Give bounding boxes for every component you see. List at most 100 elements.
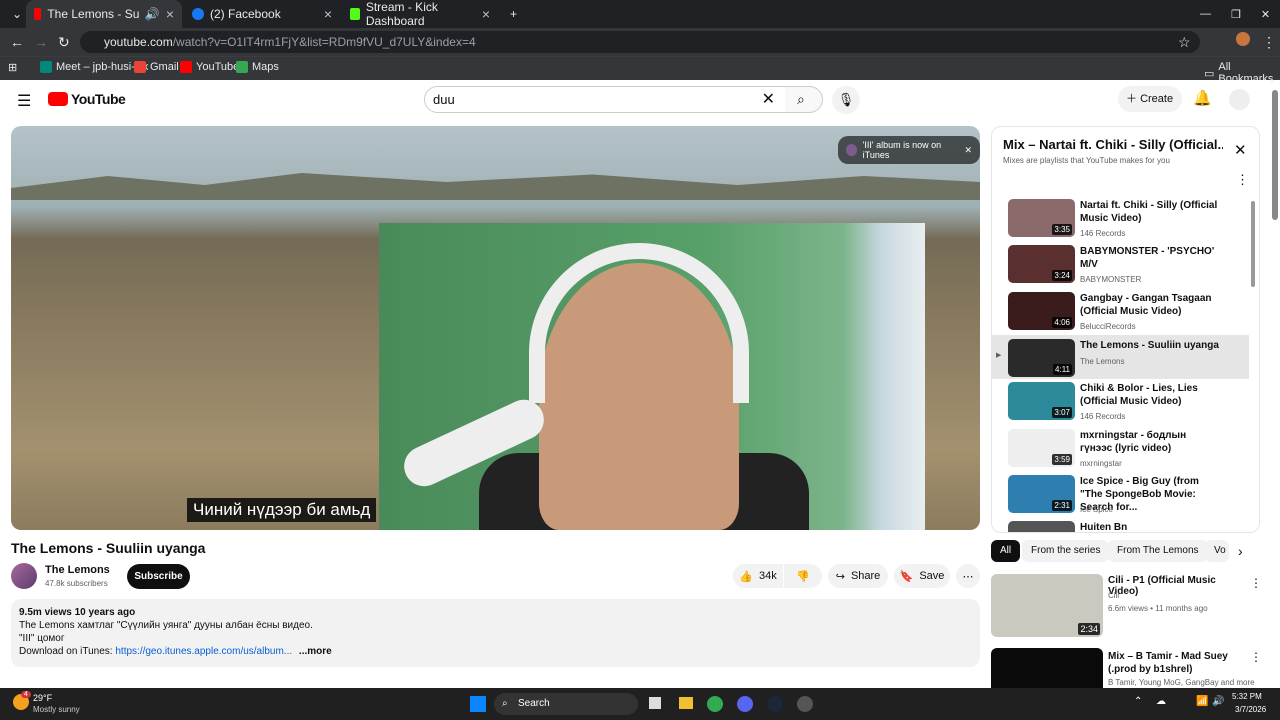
youtube-logo-icon[interactable]	[48, 92, 68, 106]
tray-chevron-icon[interactable]: ⌃	[1134, 696, 1142, 707]
search-input[interactable]: duu ✕	[424, 86, 786, 113]
channel-name[interactable]: The Lemons	[45, 564, 110, 576]
channel-avatar[interactable]	[11, 563, 37, 589]
tab-title: The Lemons - Suuliin uyang	[47, 7, 139, 21]
minimize-icon[interactable]: —	[1200, 8, 1211, 20]
show-more-link[interactable]: ...more	[299, 646, 332, 657]
playlist-item[interactable]: 3:07 Chiki & Bolor - Lies, Lies (Official…	[1008, 382, 1248, 424]
video-player[interactable]: Чиний нүдээр би амьд 'III' album is now …	[11, 126, 980, 530]
volume-icon[interactable]: 🔊	[1212, 696, 1224, 707]
hamburger-menu-icon[interactable]: ☰	[17, 91, 31, 111]
maps-icon	[236, 61, 248, 73]
close-tab-icon[interactable]: ×	[166, 6, 174, 22]
chevron-right-icon[interactable]: ›	[1238, 543, 1243, 559]
speaker-icon[interactable]: 🔊	[145, 7, 160, 21]
tray-cloud-icon[interactable]: ☁	[1156, 696, 1166, 707]
more-actions-button[interactable]: ⋯	[956, 564, 980, 588]
bookmark-maps[interactable]: Maps	[236, 61, 279, 73]
tab-facebook[interactable]: (2) Facebook ×	[184, 0, 340, 28]
related-thumbnail[interactable]	[991, 648, 1103, 688]
playlist-item[interactable]: 2:31 Ice Spice - Big Guy (from "The Spong…	[1008, 475, 1248, 517]
save-button[interactable]: 🔖 Save	[894, 564, 950, 588]
itunes-banner[interactable]: 'III' album is now on iTunes ✕	[838, 136, 980, 164]
new-tab-button[interactable]: +	[502, 0, 525, 28]
forward-icon[interactable]: →	[34, 34, 48, 50]
discord-icon[interactable]	[737, 696, 753, 712]
itunes-link[interactable]: https://geo.itunes.apple.com/us/album...	[115, 646, 292, 657]
playlist-item[interactable]: 4:06 Gangbay - Gangan Tsagaan (Official M…	[1008, 292, 1248, 334]
view-count: 9.5m views 10 years ago	[19, 607, 136, 618]
related-menu-icon[interactable]: ⋮	[1250, 576, 1262, 590]
description-line: "III" цомог	[19, 633, 65, 644]
menu-kebab-icon[interactable]: ⋮	[1262, 34, 1276, 51]
bookmark-gmail[interactable]: Gmail	[134, 61, 179, 73]
item-title: Nartai ft. Chiki - Silly (Official Music…	[1080, 200, 1218, 224]
account-avatar[interactable]	[1229, 89, 1250, 110]
bookmark-youtube[interactable]: YouTube	[180, 61, 239, 73]
thumbnail: 3:35	[1008, 199, 1075, 237]
windows-start-icon[interactable]	[470, 696, 486, 712]
related-channel[interactable]: Cili	[1108, 591, 1119, 600]
bookmark-star-icon[interactable]: ☆	[1178, 34, 1191, 51]
wifi-icon[interactable]: 📶	[1196, 696, 1208, 707]
reload-icon[interactable]: ↻	[58, 34, 70, 51]
playlist-item[interactable]: 3:59 mxrningstar - бодлын гүнээс (lyric v…	[1008, 429, 1248, 471]
youtube-favicon-icon	[34, 8, 42, 20]
related-channel[interactable]: B Tamir, Young MoG, GangBay and more	[1108, 678, 1255, 687]
close-playlist-icon[interactable]: ✕	[1234, 141, 1247, 159]
related-title[interactable]: Mix – B Tamir - Mad Suey (.prod by b1shr…	[1108, 650, 1248, 676]
page-scrollbar[interactable]	[1272, 90, 1278, 220]
tab-youtube[interactable]: The Lemons - Suuliin uyang 🔊 ×	[26, 0, 182, 28]
tab-kick[interactable]: Stream - Kick Dashboard ×	[342, 0, 498, 28]
gmail-icon	[134, 61, 146, 73]
playlist-item[interactable]: 3:35 Nartai ft. Chiki - Silly (Official M…	[1008, 199, 1248, 241]
related-title[interactable]: Cili - P1 (Official Music Video)	[1108, 575, 1248, 597]
voice-search-icon[interactable]: 🎙	[832, 86, 860, 114]
chip-from-lemons[interactable]: From The Lemons	[1108, 540, 1208, 562]
clock-time[interactable]: 5:32 PM	[1232, 692, 1262, 701]
description-box[interactable]: 9.5m views 10 years ago The Lemons хамтл…	[11, 599, 980, 667]
file-explorer-icon[interactable]	[679, 697, 693, 709]
chip-all[interactable]: All	[991, 540, 1021, 562]
dislike-button[interactable]: 👎	[784, 564, 822, 588]
close-tab-icon[interactable]: ×	[482, 6, 490, 22]
back-icon[interactable]: ←	[10, 34, 24, 50]
playlist-item[interactable]: 3:24 BABYMONSTER - 'PSYCHO' M/V BABYMONSTE…	[1008, 245, 1248, 287]
steam-icon[interactable]	[767, 696, 783, 712]
share-button[interactable]: ↪ Share	[828, 564, 888, 588]
close-banner-icon[interactable]: ✕	[964, 145, 972, 156]
bookmark-label: Gmail	[150, 61, 179, 73]
related-thumbnail[interactable]: 2:34	[991, 574, 1103, 637]
chip-from-series[interactable]: From the series	[1022, 540, 1110, 562]
subscribe-button[interactable]: Subscribe	[127, 564, 190, 589]
thumbnail	[1008, 521, 1075, 532]
close-window-icon[interactable]: ✕	[1261, 8, 1270, 21]
related-menu-icon[interactable]: ⋮	[1250, 650, 1262, 664]
youtube-logo-text[interactable]: YouTube	[71, 91, 126, 107]
like-button[interactable]: 👍 34k	[733, 564, 783, 588]
playlist-title[interactable]: Mix – Nartai ft. Chiki - Silly (Official…	[1003, 137, 1223, 152]
tab-search-button[interactable]: ⌄	[4, 0, 24, 28]
clear-search-icon[interactable]: ✕	[762, 87, 775, 113]
notifications-bell-icon[interactable]: 🔔	[1193, 89, 1212, 107]
obs-icon[interactable]	[797, 696, 813, 712]
maximize-icon[interactable]: ❐	[1231, 8, 1241, 21]
task-view-icon[interactable]	[649, 697, 661, 709]
taskbar-search[interactable]: ⌕ Search	[494, 693, 638, 715]
chrome-icon[interactable]	[707, 696, 723, 712]
playlist-menu-icon[interactable]: ⋮	[1236, 172, 1249, 188]
thumbs-down-icon: 👎	[796, 570, 810, 583]
apps-grid-icon[interactable]: ⊞	[8, 61, 17, 74]
url-field[interactable]: youtube.com/watch?v=O1IT4rm1FjY&list=RDm…	[80, 31, 1200, 53]
create-button[interactable]: ＋ Create	[1118, 86, 1182, 112]
playlist-item[interactable]: Huiten Bn	[1008, 521, 1248, 532]
playlist-item-current[interactable]: 4:11 The Lemons - Suuliin uyanga The Lemon…	[1008, 339, 1248, 381]
search-button[interactable]: ⌕	[785, 86, 823, 113]
playlist-scrollbar[interactable]	[1251, 201, 1255, 287]
bookmark-meet[interactable]: Meet – jpb-husi-cjx	[40, 61, 148, 73]
item-channel: mxrningstar	[1080, 459, 1122, 468]
chip-vo[interactable]: Vo	[1205, 540, 1229, 562]
close-tab-icon[interactable]: ×	[324, 6, 332, 22]
profile-avatar[interactable]	[1236, 32, 1250, 46]
clock-date[interactable]: 3/7/2026	[1235, 705, 1266, 714]
